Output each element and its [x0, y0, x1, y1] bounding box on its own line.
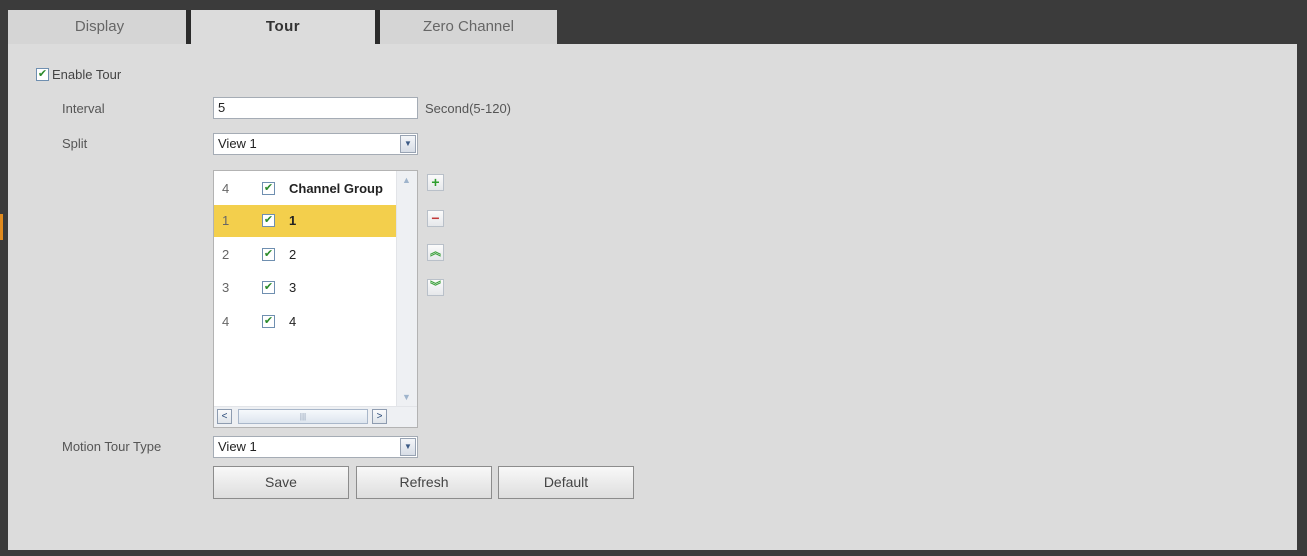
- interval-hint: Second(5-120): [425, 101, 511, 116]
- checkmark-icon: ✔: [263, 315, 274, 327]
- list-item[interactable]: 1 ✔ 1: [214, 205, 396, 237]
- row-number: 1: [222, 213, 230, 228]
- list-header-row[interactable]: 4 ✔ Channel Group: [214, 173, 396, 205]
- scroll-right-glyph: >: [376, 411, 383, 422]
- move-down-button[interactable]: ︾: [427, 279, 444, 296]
- list-item[interactable]: 2 ✔ 2: [214, 239, 396, 271]
- double-chevron-down-icon: ︾: [430, 281, 441, 293]
- double-chevron-up-icon: ︽: [430, 246, 441, 258]
- checkmark-icon: ✔: [263, 214, 274, 226]
- interval-label: Interval: [62, 101, 105, 116]
- chevron-down-icon: ▼: [400, 135, 416, 153]
- scroll-down-icon[interactable]: ▼: [399, 390, 414, 405]
- split-label: Split: [62, 136, 88, 151]
- save-button[interactable]: Save: [213, 466, 349, 499]
- row-label: 1: [289, 213, 297, 228]
- tab-display-label: Display: [74, 18, 125, 35]
- row-label: 2: [289, 247, 297, 262]
- tab-zero-channel-label: Zero Channel: [423, 18, 514, 35]
- vertical-scrollbar[interactable]: ▲ ▼: [396, 171, 417, 407]
- checkmark-icon: ✔: [263, 182, 274, 194]
- remove-button[interactable]: −: [427, 210, 444, 227]
- row-number: 2: [222, 247, 230, 262]
- tab-tour-label: Tour: [265, 18, 301, 35]
- scroll-thumb[interactable]: |||: [238, 409, 368, 424]
- save-button-label: Save: [265, 474, 297, 490]
- checkmark-icon: ✔: [37, 68, 48, 80]
- tab-tour[interactable]: Tour: [186, 10, 380, 44]
- horizontal-scrollbar[interactable]: < ||| >: [214, 406, 417, 427]
- checkmark-icon: ✔: [263, 281, 274, 293]
- move-up-button[interactable]: ︽: [427, 244, 444, 261]
- refresh-button-label: Refresh: [399, 474, 449, 490]
- interval-value: 5: [218, 100, 226, 115]
- row-number: 4: [222, 181, 230, 196]
- plus-icon: +: [431, 174, 440, 190]
- default-button-label: Default: [543, 474, 589, 490]
- motion-tour-type-label: Motion Tour Type: [62, 439, 162, 454]
- row-checkbox[interactable]: ✔: [262, 214, 275, 227]
- motion-tour-type-value: View 1: [218, 439, 257, 454]
- tab-display[interactable]: Display: [8, 10, 191, 44]
- row-number: 4: [222, 314, 230, 329]
- checkmark-icon: ✔: [263, 248, 274, 260]
- list-item[interactable]: 3 ✔ 3: [214, 272, 396, 304]
- split-value: View 1: [218, 136, 257, 151]
- enable-tour-label: Enable Tour: [52, 67, 122, 82]
- side-marker: [0, 214, 3, 240]
- row-number: 3: [222, 280, 230, 295]
- row-label: 4: [289, 314, 297, 329]
- row-checkbox[interactable]: ✔: [262, 281, 275, 294]
- tour-settings-panel: [8, 44, 1297, 550]
- row-checkbox[interactable]: ✔: [262, 182, 275, 195]
- interval-input[interactable]: 5: [213, 97, 418, 119]
- row-checkbox[interactable]: ✔: [262, 248, 275, 261]
- tab-separator: [186, 10, 191, 44]
- channel-group-list[interactable]: 4 ✔ Channel Group 1 ✔ 1 2 ✔ 2 3 ✔ 3 4 ✔ …: [213, 170, 418, 428]
- list-item[interactable]: 4 ✔ 4: [214, 306, 396, 338]
- minus-icon: −: [431, 210, 440, 226]
- add-button[interactable]: +: [427, 174, 444, 191]
- row-label: Channel Group: [289, 181, 383, 196]
- row-checkbox[interactable]: ✔: [262, 315, 275, 328]
- scroll-up-icon[interactable]: ▲: [399, 173, 414, 188]
- scroll-left-glyph: <: [221, 411, 228, 422]
- chevron-down-icon: ▼: [400, 438, 416, 456]
- default-button[interactable]: Default: [498, 466, 634, 499]
- motion-tour-type-select[interactable]: View 1 ▼: [213, 436, 418, 458]
- tab-zero-channel[interactable]: Zero Channel: [380, 10, 557, 44]
- scroll-left-icon[interactable]: <: [217, 409, 232, 424]
- enable-tour-checkbox[interactable]: ✔: [36, 68, 49, 81]
- row-label: 3: [289, 280, 297, 295]
- refresh-button[interactable]: Refresh: [356, 466, 492, 499]
- split-select[interactable]: View 1 ▼: [213, 133, 418, 155]
- scroll-right-icon[interactable]: >: [372, 409, 387, 424]
